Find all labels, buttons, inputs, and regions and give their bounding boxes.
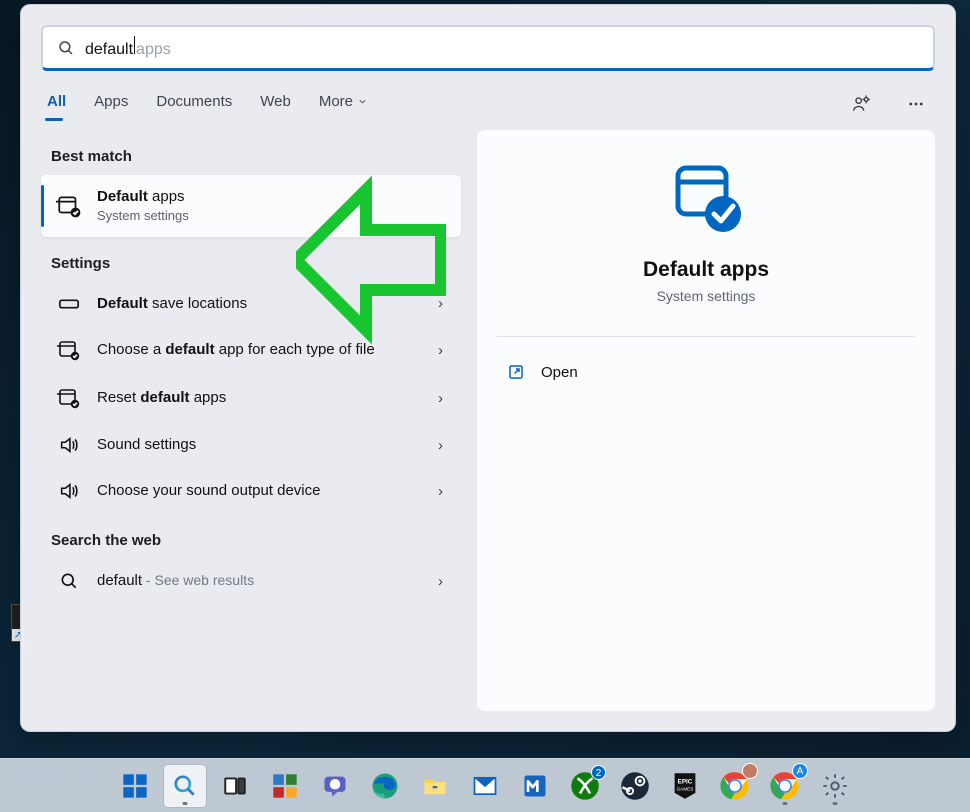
search-icon xyxy=(57,39,75,57)
tab-web[interactable]: Web xyxy=(258,87,293,120)
result-default-save-locations[interactable]: Default save locations › xyxy=(41,282,461,326)
app-check-icon xyxy=(55,386,83,410)
text-caret xyxy=(134,36,135,54)
search-suggestion: apps xyxy=(136,41,171,59)
result-default-apps[interactable]: Default apps System settings xyxy=(41,175,461,237)
result-sound-output-device[interactable]: Choose your sound output device › xyxy=(41,468,461,514)
search-input[interactable]: default apps xyxy=(41,25,935,71)
profile-badge xyxy=(742,763,758,779)
more-options-button[interactable] xyxy=(901,89,931,119)
chat-button[interactable] xyxy=(314,765,356,807)
web-heading: Search the web xyxy=(41,514,461,559)
sound-icon xyxy=(55,480,83,502)
filter-tabs: All Apps Documents Web More xyxy=(21,83,955,120)
mail-button[interactable] xyxy=(464,765,506,807)
app-m-button[interactable] xyxy=(514,765,556,807)
open-label: Open xyxy=(541,364,578,381)
app-check-icon xyxy=(55,193,83,219)
sound-icon xyxy=(55,434,83,456)
tab-more[interactable]: More xyxy=(317,87,370,120)
preview-subtitle: System settings xyxy=(657,288,756,304)
people-button[interactable] xyxy=(847,89,877,119)
search-typed: default xyxy=(85,41,133,59)
chrome-profile1-button[interactable] xyxy=(714,765,756,807)
search-icon xyxy=(55,571,83,591)
result-preview-pane: Default apps System settings Open xyxy=(477,130,935,711)
open-external-icon xyxy=(505,363,527,381)
settings-button[interactable] xyxy=(814,765,856,807)
results-column: Best match Default apps System settings … xyxy=(41,130,461,711)
best-match-heading: Best match xyxy=(41,130,461,175)
file-explorer-button[interactable] xyxy=(414,765,456,807)
svg-text:EPIC: EPIC xyxy=(678,778,693,785)
tab-apps[interactable]: Apps xyxy=(92,87,130,120)
result-sound-settings[interactable]: Sound settings › xyxy=(41,422,461,468)
result-choose-default-app-filetype[interactable]: Choose a default app for each type of fi… xyxy=(41,326,461,374)
epic-games-button[interactable]: EPICGAMES xyxy=(664,765,706,807)
chevron-right-icon: › xyxy=(438,342,449,359)
xbox-badge: 2 xyxy=(591,765,606,780)
default-apps-large-icon xyxy=(666,160,746,240)
chevron-right-icon: › xyxy=(438,573,449,590)
rectangle-icon xyxy=(55,297,83,311)
chevron-right-icon: › xyxy=(438,295,449,312)
open-action[interactable]: Open xyxy=(497,357,915,387)
widgets-button[interactable] xyxy=(264,765,306,807)
chevron-right-icon: › xyxy=(438,483,449,500)
taskbar: 2 EPICGAMES A xyxy=(0,758,970,812)
profile-badge: A xyxy=(792,763,808,779)
result-web-default[interactable]: default - See web results › xyxy=(41,559,461,603)
steam-button[interactable] xyxy=(614,765,656,807)
chevron-right-icon: › xyxy=(438,437,449,454)
task-view-button[interactable] xyxy=(214,765,256,807)
svg-text:GAMES: GAMES xyxy=(677,786,694,791)
chrome-profile2-button[interactable]: A xyxy=(764,765,806,807)
result-reset-default-apps[interactable]: Reset default apps › xyxy=(41,374,461,422)
settings-heading: Settings xyxy=(41,237,461,282)
edge-button[interactable] xyxy=(364,765,406,807)
start-search-flyout: default apps All Apps Documents Web More… xyxy=(20,4,956,732)
chevron-right-icon: › xyxy=(438,390,449,407)
search-taskbar-button[interactable] xyxy=(164,765,206,807)
app-check-icon xyxy=(55,338,83,362)
tab-all[interactable]: All xyxy=(45,87,68,120)
preview-title: Default apps xyxy=(643,258,769,282)
chevron-down-icon xyxy=(357,96,368,107)
tab-documents[interactable]: Documents xyxy=(154,87,234,120)
xbox-button[interactable]: 2 xyxy=(564,765,606,807)
start-button[interactable] xyxy=(114,765,156,807)
